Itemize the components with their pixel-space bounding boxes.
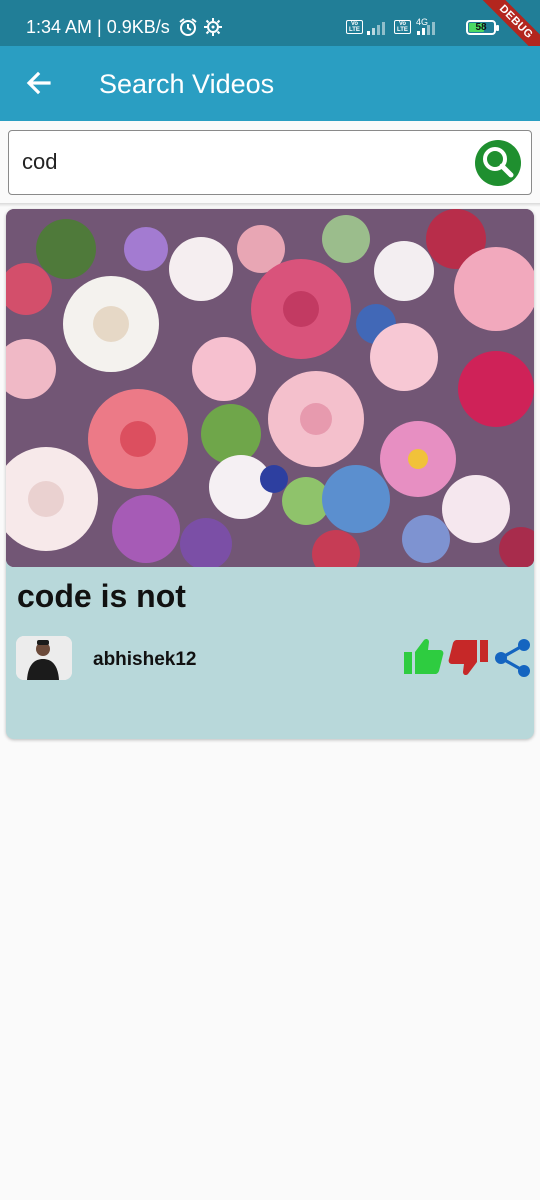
dislike-button[interactable] — [446, 636, 490, 678]
back-button[interactable] — [20, 64, 58, 102]
status-bar: 1:34 AM | 0.9KB/s Vo LTE Vo LTE 4G 58 — [0, 0, 540, 46]
status-time: 1:34 AM | 0.9KB/s — [26, 17, 170, 37]
share-icon — [495, 639, 530, 677]
arrow-back-icon — [26, 71, 51, 95]
username[interactable]: abhishek12 — [93, 649, 197, 671]
thumbs-down-icon — [448, 640, 488, 676]
alarm-icon — [179, 18, 197, 36]
like-button[interactable] — [402, 636, 446, 678]
user-avatar-image — [16, 636, 72, 680]
settings-gear-icon — [204, 18, 222, 36]
signal-icon — [367, 22, 385, 35]
search-bar — [8, 130, 532, 195]
video-title[interactable]: code is not — [17, 578, 186, 615]
page-title: Search Videos — [99, 69, 275, 99]
search-button[interactable] — [475, 140, 521, 186]
volte-icon-2: Vo LTE — [394, 20, 411, 34]
thumbs-up-icon — [404, 638, 444, 674]
app-bar: Search Videos — [0, 46, 540, 121]
search-icon — [483, 147, 514, 178]
signal-icon-2 — [417, 22, 435, 35]
flowers-image — [6, 209, 534, 567]
share-button[interactable] — [494, 638, 532, 678]
avatar[interactable] — [16, 636, 72, 680]
video-thumbnail[interactable] — [6, 209, 534, 567]
video-card[interactable]: code is not abhishek12 — [6, 209, 534, 739]
divider — [0, 203, 540, 207]
search-input[interactable] — [22, 145, 462, 179]
volte-icon: Vo LTE — [346, 20, 363, 34]
